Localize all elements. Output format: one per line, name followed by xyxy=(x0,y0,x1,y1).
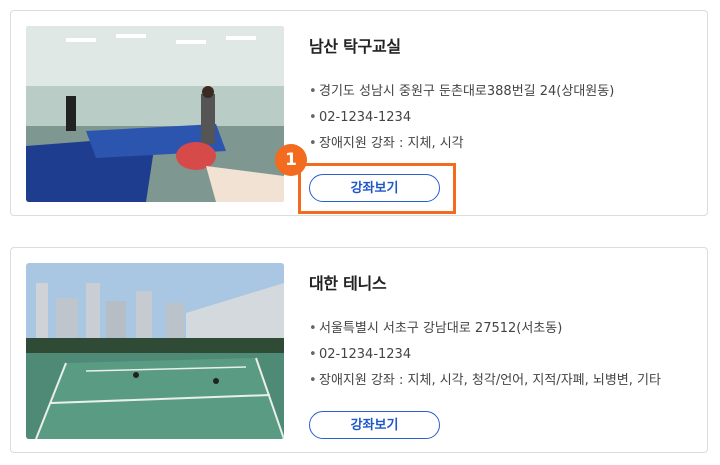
facility-card: 대한 테니스 • 서울특별시 서초구 강남대로 27512(서초동) • 02-12… xyxy=(10,247,708,453)
classes-text: 장애지원 강좌 : 지체, 시각 xyxy=(319,136,464,151)
callout-badge: 1 xyxy=(275,144,307,176)
facility-name: 대한 테니스 xyxy=(309,274,387,293)
highlight-box xyxy=(298,163,456,214)
phone-line: • 02-1234-1234 xyxy=(309,110,412,125)
classes-line: • 장애지원 강좌 : 지체, 시각 xyxy=(309,136,464,151)
phone-line: • 02-1234-1234 xyxy=(309,347,412,362)
address-line: • 경기도 성남시 중원구 둔촌대로388번길 24(상대원동) xyxy=(309,84,615,99)
facility-name: 남산 탁구교실 xyxy=(309,37,401,56)
facility-info: 남산 탁구교실 • 경기도 성남시 중원구 둔촌대로388번길 24(상대원동) … xyxy=(309,33,697,157)
address-text: 서울특별시 서초구 강남대로 27512(서초동) xyxy=(319,321,563,336)
classes-text: 장애지원 강좌 : 지체, 시각, 청각/언어, 지적/자폐, 뇌병변, 기타 xyxy=(319,373,661,388)
phone-text: 02-1234-1234 xyxy=(319,347,412,362)
address-line: • 서울특별시 서초구 강남대로 27512(서초동) xyxy=(309,321,563,336)
table-tennis-photo xyxy=(26,26,284,202)
view-classes-button[interactable]: 강좌보기 xyxy=(309,411,440,439)
phone-text: 02-1234-1234 xyxy=(319,110,412,125)
tennis-court-photo xyxy=(26,263,284,439)
address-text: 경기도 성남시 중원구 둔촌대로388번길 24(상대원동) xyxy=(319,84,615,99)
classes-line: • 장애지원 강좌 : 지체, 시각, 청각/언어, 지적/자폐, 뇌병변, 기타 xyxy=(309,373,661,388)
facility-info: 대한 테니스 • 서울특별시 서초구 강남대로 27512(서초동) • 02-12… xyxy=(309,270,697,394)
